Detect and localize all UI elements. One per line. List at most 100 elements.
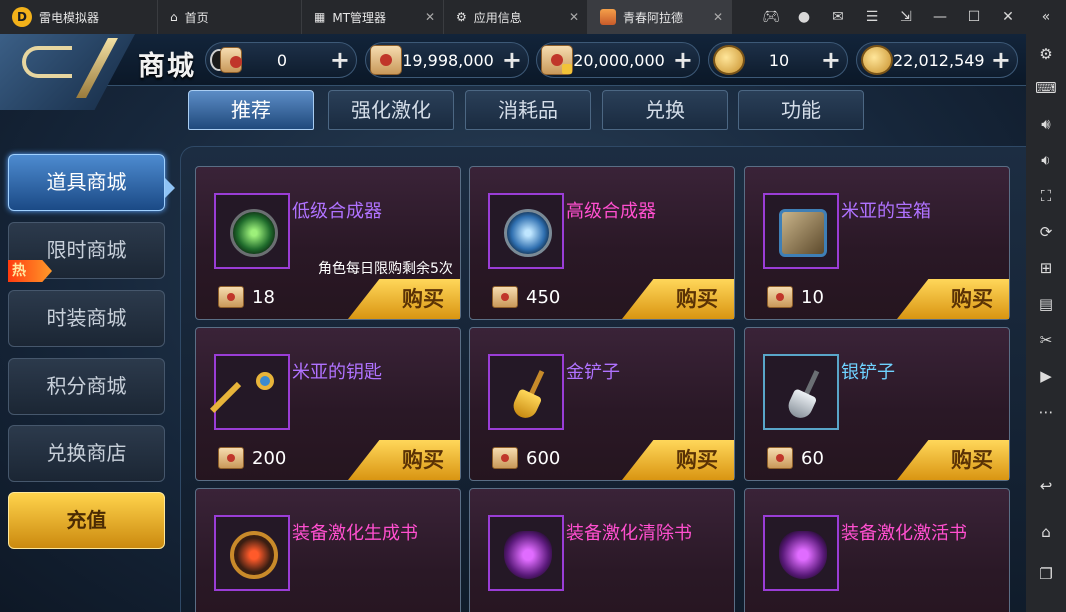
currency-locked-scroll: 20,000,000 + bbox=[536, 42, 700, 78]
product-price: 450 bbox=[526, 287, 561, 308]
nav-item-points-shop[interactable]: 积分商城 bbox=[8, 358, 165, 415]
more-icon[interactable]: ⋯ bbox=[1034, 400, 1058, 424]
shop-nav: 道具商城 限时商城 时装商城 积分商城 兑换商店 充值 bbox=[0, 150, 180, 612]
buy-button[interactable]: 购买 bbox=[622, 279, 734, 319]
product-card[interactable]: 银铲子 60 购买 bbox=[744, 327, 1010, 481]
video-record-icon[interactable]: ▶ bbox=[1034, 364, 1058, 388]
nav-item-exchange-shop[interactable]: 兑换商店 bbox=[8, 425, 165, 482]
key-icon bbox=[210, 370, 278, 418]
minimize-icon[interactable]: — bbox=[926, 0, 954, 34]
mail-icon[interactable]: ✉ bbox=[824, 0, 852, 34]
product-price: 600 bbox=[526, 448, 561, 469]
product-icon-frame bbox=[763, 515, 839, 591]
tab-enhance[interactable]: 强化激化 bbox=[328, 90, 454, 130]
add-currency-button[interactable]: + bbox=[330, 46, 350, 74]
tab-app-info[interactable]: ⚙ 应用信息 ✕ bbox=[444, 0, 588, 34]
tab-home-label: 首页 bbox=[184, 10, 209, 25]
scroll-icon bbox=[492, 447, 518, 469]
product-card[interactable]: 高级合成器 450 购买 bbox=[469, 166, 735, 320]
add-currency-button[interactable]: + bbox=[502, 46, 522, 74]
currency-scroll: 19,998,000 + bbox=[365, 42, 529, 78]
close-icon[interactable]: ✕ bbox=[425, 10, 435, 24]
nav-item-item-shop[interactable]: 道具商城 bbox=[8, 154, 165, 211]
emulator-app-tab[interactable]: D 雷电模拟器 bbox=[0, 0, 158, 34]
scissors-icon[interactable]: ✂ bbox=[1034, 328, 1058, 352]
double-chevron-icon[interactable]: « bbox=[1032, 0, 1060, 34]
home-nav-icon[interactable]: ⌂ bbox=[1034, 520, 1058, 544]
product-price: 10 bbox=[801, 287, 824, 308]
keyboard-icon[interactable]: ⌨ bbox=[1034, 76, 1058, 100]
account-icon[interactable]: ● bbox=[790, 0, 818, 34]
product-card[interactable]: 装备激化生成书 bbox=[195, 488, 461, 612]
product-price: 200 bbox=[252, 448, 287, 469]
buy-button[interactable]: 购买 bbox=[348, 440, 460, 480]
volume-up-icon[interactable]: 🔊︎ bbox=[1034, 112, 1058, 136]
tab-game-label: 青春阿拉德 bbox=[623, 10, 684, 25]
product-icon-frame bbox=[488, 515, 564, 591]
product-card[interactable]: 米亚的宝箱 10 购买 bbox=[744, 166, 1010, 320]
clear-book-icon bbox=[504, 531, 552, 579]
product-card[interactable]: 装备激化激活书 bbox=[744, 488, 1010, 612]
purchase-limit: 角色每日限购剩余5次 bbox=[318, 261, 453, 277]
product-name: 装备激化激活书 bbox=[841, 523, 967, 544]
mt-manager-icon: ▦ bbox=[314, 10, 326, 24]
maximize-icon[interactable]: ☐ bbox=[960, 0, 988, 34]
mixed-currency-icon bbox=[210, 45, 242, 75]
product-card[interactable]: 金铲子 600 购买 bbox=[469, 327, 735, 481]
activate-book-icon bbox=[779, 531, 827, 579]
treasure-chest-icon bbox=[779, 209, 827, 257]
home-icon: ⌂ bbox=[170, 10, 178, 24]
tab-home[interactable]: ⌂ 首页 bbox=[158, 0, 302, 34]
scroll-icon bbox=[492, 286, 518, 308]
recharge-button[interactable]: 充值 bbox=[8, 492, 165, 549]
back-button[interactable] bbox=[0, 34, 135, 110]
buy-button[interactable]: 购买 bbox=[622, 440, 734, 480]
green-synthesizer-icon bbox=[230, 209, 278, 257]
back-arrow-icon bbox=[22, 46, 72, 78]
product-icon-frame bbox=[214, 193, 290, 269]
settings-icon[interactable]: ⚙ bbox=[1034, 42, 1058, 66]
gamepad-icon[interactable]: 🎮︎ bbox=[757, 0, 785, 34]
tab-exchange[interactable]: 兑换 bbox=[602, 90, 728, 130]
tab-recommended[interactable]: 推荐 bbox=[188, 90, 314, 130]
buy-button[interactable]: 购买 bbox=[897, 440, 1009, 480]
add-currency-button[interactable]: + bbox=[991, 46, 1011, 74]
collapse-icon[interactable]: ⇲ bbox=[892, 0, 920, 34]
currency-scroll-value: 19,998,000 bbox=[402, 51, 494, 70]
recent-apps-icon[interactable]: ❐ bbox=[1034, 562, 1058, 586]
rotate-icon[interactable]: ⟳ bbox=[1034, 220, 1058, 244]
scroll-icon bbox=[218, 286, 244, 308]
currency-gold-coins: 22,012,549 + bbox=[856, 42, 1018, 78]
tab-function[interactable]: 功能 bbox=[738, 90, 864, 130]
close-icon[interactable]: ✕ bbox=[713, 10, 723, 24]
apk-icon[interactable]: ▤ bbox=[1034, 292, 1058, 316]
buy-button[interactable]: 购买 bbox=[348, 279, 460, 319]
product-card[interactable]: 装备激化清除书 bbox=[469, 488, 735, 612]
add-currency-button[interactable]: + bbox=[821, 46, 841, 74]
gear-icon: ⚙ bbox=[456, 10, 467, 24]
back-icon[interactable]: ↩ bbox=[1034, 474, 1058, 498]
menu-icon[interactable]: ☰ bbox=[858, 0, 886, 34]
scroll-icon bbox=[767, 286, 793, 308]
close-window-icon[interactable]: ✕ bbox=[994, 0, 1022, 34]
add-currency-button[interactable]: + bbox=[673, 46, 693, 74]
volume-down-icon[interactable]: 🔉︎ bbox=[1034, 148, 1058, 172]
nav-item-fashion-shop[interactable]: 时装商城 bbox=[8, 290, 165, 347]
product-card[interactable]: 米亚的钥匙 200 购买 bbox=[195, 327, 461, 481]
product-name: 米亚的宝箱 bbox=[841, 201, 931, 222]
emulator-app-name: 雷电模拟器 bbox=[39, 10, 100, 25]
silver-shovel-icon bbox=[779, 370, 827, 422]
buy-button[interactable]: 购买 bbox=[897, 279, 1009, 319]
scroll-icon bbox=[218, 447, 244, 469]
product-card[interactable]: 低级合成器 角色每日限购剩余5次 18 购买 bbox=[195, 166, 461, 320]
gold-coin-icon bbox=[713, 45, 745, 75]
tab-mt-manager[interactable]: ▦ MT管理器 ✕ bbox=[302, 0, 444, 34]
fullscreen-icon[interactable]: ⛶ bbox=[1034, 184, 1058, 208]
tab-mt-manager-label: MT管理器 bbox=[332, 10, 387, 25]
add-app-icon[interactable]: ⊞ bbox=[1034, 256, 1058, 280]
blue-synthesizer-icon bbox=[504, 209, 552, 257]
tab-consumables[interactable]: 消耗品 bbox=[465, 90, 591, 130]
tab-game[interactable]: 青春阿拉德 ✕ bbox=[588, 0, 732, 34]
tab-app-info-label: 应用信息 bbox=[473, 10, 522, 25]
close-icon[interactable]: ✕ bbox=[569, 10, 579, 24]
